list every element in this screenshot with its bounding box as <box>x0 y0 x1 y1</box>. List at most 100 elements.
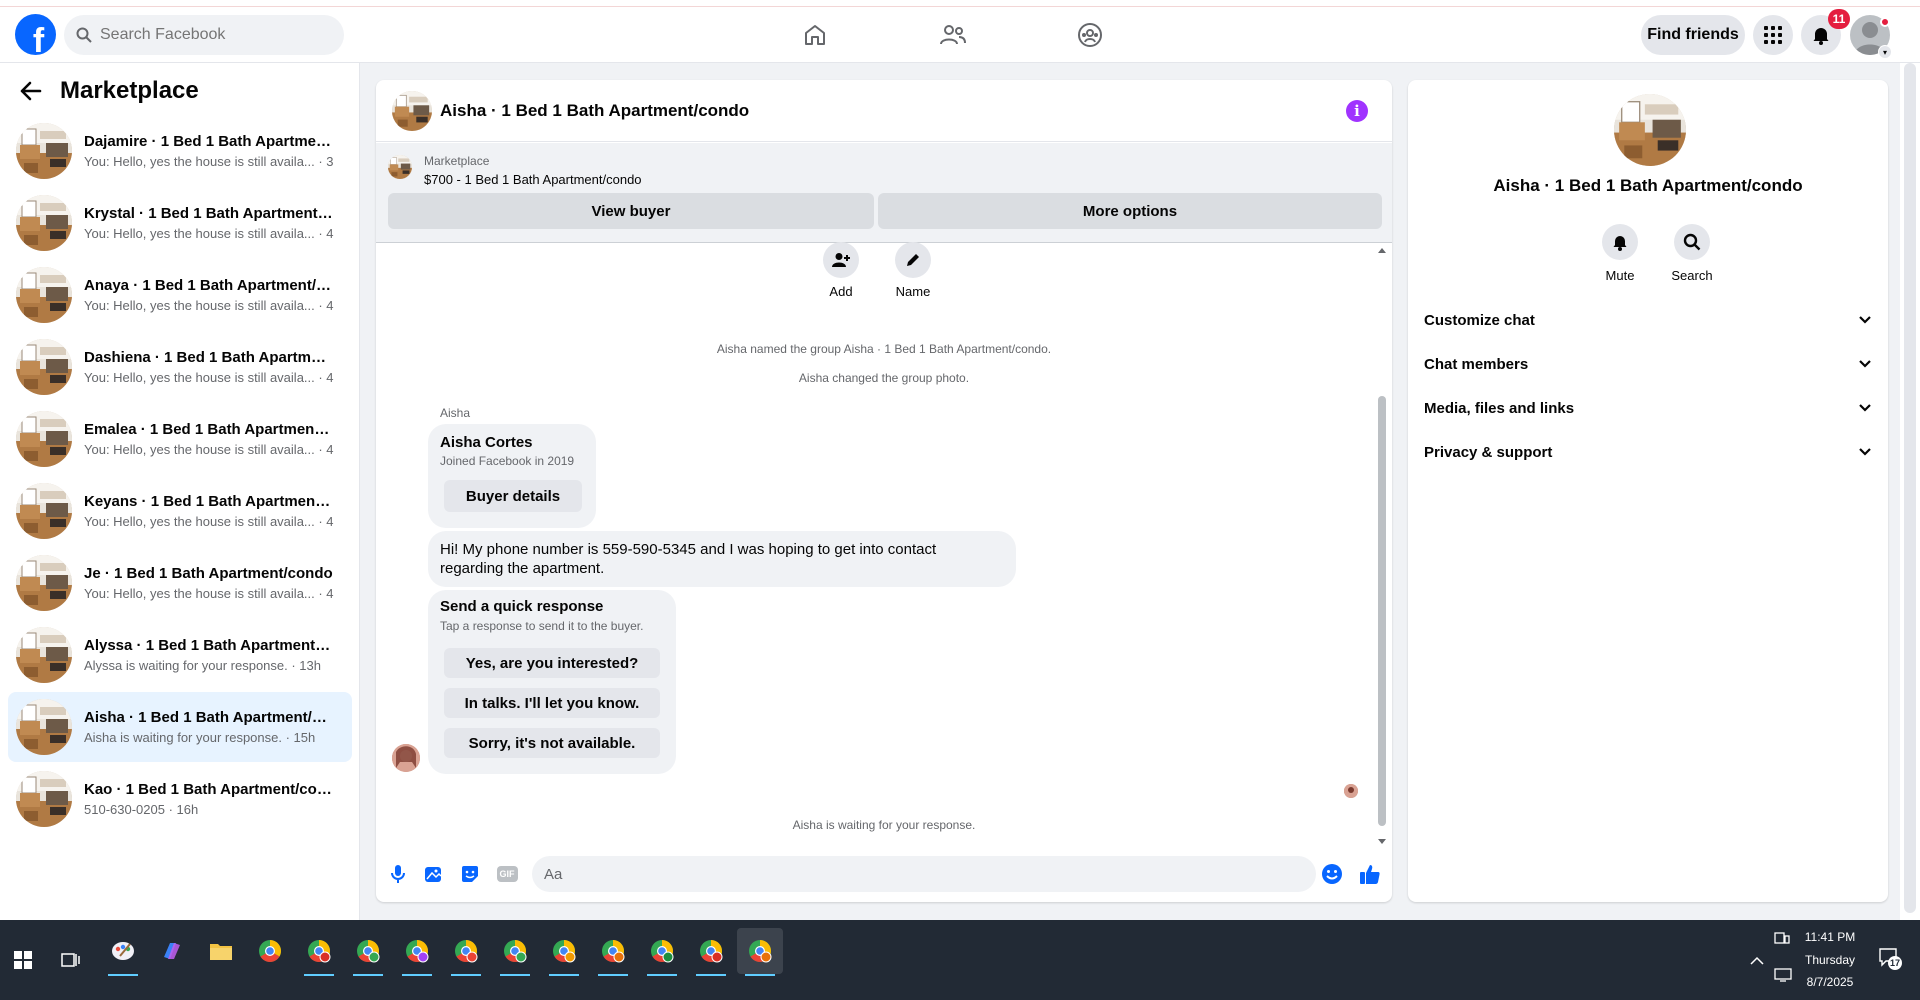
search-chat-button[interactable]: Search <box>1662 224 1722 283</box>
windows-start-icon[interactable] <box>0 937 46 983</box>
system-message-renamed: Aisha named the group Aisha · 1 Bed 1 Ba… <box>716 342 1052 356</box>
quick-response-yes[interactable]: Yes, are you interested? <box>444 648 660 678</box>
photo-icon[interactable] <box>422 862 446 886</box>
info-icon[interactable]: i <box>1346 100 1368 122</box>
search-input[interactable] <box>100 26 320 44</box>
friends-icon[interactable] <box>937 19 969 51</box>
find-friends-button[interactable]: Find friends <box>1641 15 1745 55</box>
message-input[interactable]: Aa <box>532 856 1316 892</box>
conversation-avatar <box>16 627 72 683</box>
chevron-down-icon[interactable]: ▾ <box>1878 45 1892 59</box>
conversation-text: Emalea · 1 Bed 1 Bath Apartment/c... You:… <box>84 421 334 457</box>
taskbar-running-indicator <box>451 974 481 976</box>
taskbar-running-indicator <box>598 974 628 976</box>
conversation-text: Kao · 1 Bed 1 Bath Apartment/condo 510-63… <box>84 781 334 817</box>
sticker-icon[interactable] <box>458 862 482 886</box>
buyer-details-button[interactable]: Buyer details <box>444 480 582 512</box>
page-scrollbar-thumb[interactable] <box>1904 63 1916 913</box>
conversation-item[interactable]: Krystal · 1 Bed 1 Bath Apartment/c... You… <box>8 188 352 258</box>
add-people-button[interactable]: Add <box>816 242 866 299</box>
search-box[interactable] <box>64 15 344 55</box>
gif-label: GIF <box>496 866 518 882</box>
group-avatar[interactable] <box>1614 94 1686 166</box>
clock-date[interactable]: 8/7/2025 <box>1800 975 1860 989</box>
chrome-profile-icon[interactable] <box>492 928 538 976</box>
chrome-profile-icon[interactable] <box>345 928 391 976</box>
conversation-item[interactable]: Alyssa · 1 Bed 1 Bath Apartment/co... Aly… <box>8 620 352 690</box>
chat-scrollbar-thumb[interactable] <box>1378 396 1386 826</box>
chrome-profile-icon[interactable] <box>737 928 783 976</box>
chat-header: Aisha · 1 Bed 1 Bath Apartment/condo i <box>376 80 1392 142</box>
quick-response-sorry[interactable]: Sorry, it's not available. <box>444 728 660 758</box>
scroll-up-arrow-icon[interactable] <box>1377 246 1387 254</box>
thumbs-up-icon[interactable] <box>1358 862 1382 886</box>
taskbar-running-indicator <box>304 974 334 976</box>
back-arrow-icon[interactable] <box>20 81 42 101</box>
conversation-name: Krystal · 1 Bed 1 Bath Apartment/c... <box>84 205 334 222</box>
microphone-icon[interactable] <box>386 862 410 886</box>
gif-icon[interactable]: GIF <box>494 862 520 886</box>
details-section-row[interactable]: Customize chat <box>1424 298 1872 342</box>
conversation-item[interactable]: Je · 1 Bed 1 Bath Apartment/condo You: He… <box>8 548 352 618</box>
conversation-item[interactable]: Anaya · 1 Bed 1 Bath Apartment/co... You:… <box>8 260 352 330</box>
listing-thumbnail[interactable] <box>388 155 412 179</box>
mute-button[interactable]: Mute <box>1590 224 1650 283</box>
quick-response-title: Send a quick response <box>440 598 604 615</box>
name-group-button[interactable]: Name <box>888 242 938 299</box>
notification-center-icon[interactable]: 17 <box>1878 946 1902 970</box>
chat-avatar[interactable] <box>392 90 432 131</box>
more-options-button[interactable]: More options <box>878 193 1382 229</box>
file-explorer-icon[interactable] <box>198 928 244 974</box>
clock-time[interactable]: 11:41 PM <box>1800 930 1860 944</box>
page-scrollbar[interactable] <box>1900 63 1920 920</box>
conversation-name: Dashiena · 1 Bed 1 Bath Apartment... <box>84 349 334 366</box>
copilot-app-icon[interactable] <box>149 928 195 974</box>
conversation-text: Keyans · 1 Bed 1 Bath Apartment/c... You:… <box>84 493 334 529</box>
home-icon[interactable] <box>799 19 831 51</box>
marketplace-listing-bar: Marketplace $700 - 1 Bed 1 Bath Apartmen… <box>376 143 1392 243</box>
chrome-profile-icon[interactable] <box>541 928 587 976</box>
conversation-text: Dajamire · 1 Bed 1 Bath Apartment... You:… <box>84 133 334 169</box>
device-icon[interactable] <box>1774 932 1790 946</box>
menu-grid-icon[interactable] <box>1753 15 1793 55</box>
chat-title[interactable]: Aisha · 1 Bed 1 Bath Apartment/condo <box>440 101 749 121</box>
conversation-item[interactable]: Dajamire · 1 Bed 1 Bath Apartment... You:… <box>8 116 352 186</box>
group-name: Aisha · 1 Bed 1 Bath Apartment/condo <box>1493 176 1803 195</box>
facebook-logo[interactable]: f <box>15 14 56 55</box>
chrome-profile-icon[interactable] <box>443 928 489 976</box>
details-section-row[interactable]: Media, files and links <box>1424 386 1872 430</box>
chrome-profile-icon[interactable] <box>688 928 734 976</box>
chevron-up-icon[interactable] <box>1750 956 1764 966</box>
view-buyer-button[interactable]: View buyer <box>388 193 874 229</box>
conversation-item[interactable]: Dashiena · 1 Bed 1 Bath Apartment... You:… <box>8 332 352 402</box>
chrome-profile-icon[interactable] <box>590 928 636 976</box>
task-view-icon[interactable] <box>48 937 94 983</box>
search-icon <box>1674 224 1710 260</box>
conversation-preview: You: Hello, yes the house is still avail… <box>84 514 334 529</box>
details-section-row[interactable]: Chat members <box>1424 342 1872 386</box>
chrome-profile-icon[interactable] <box>394 928 440 976</box>
add-label: Add <box>829 284 853 299</box>
conversation-avatar <box>16 195 72 251</box>
chrome-icon[interactable] <box>247 928 293 974</box>
chat-scrollbar[interactable] <box>1376 246 1388 846</box>
paint-app-icon[interactable] <box>100 928 146 976</box>
scroll-down-arrow-icon[interactable] <box>1377 838 1387 846</box>
taskbar-running-indicator <box>549 974 579 976</box>
emoji-icon[interactable] <box>1320 862 1344 886</box>
conversation-item[interactable]: Keyans · 1 Bed 1 Bath Apartment/c... You:… <box>8 476 352 546</box>
quick-response-in-talks[interactable]: In talks. I'll let you know. <box>444 688 660 718</box>
conversation-item[interactable]: Kao · 1 Bed 1 Bath Apartment/condo 510-63… <box>8 764 352 834</box>
clock-day[interactable]: Thursday <box>1800 953 1860 967</box>
conversation-item[interactable]: Aisha · 1 Bed 1 Bath Apartment/co... Aish… <box>8 692 352 762</box>
listing-title[interactable]: $700 - 1 Bed 1 Bath Apartment/condo <box>424 172 642 187</box>
message-bubble[interactable]: Hi! My phone number is 559-590-5345 and … <box>428 531 1016 587</box>
sender-avatar[interactable] <box>392 744 420 772</box>
groups-icon[interactable] <box>1074 19 1106 51</box>
chrome-profile-icon[interactable] <box>296 928 342 976</box>
network-icon[interactable] <box>1774 968 1792 982</box>
buyer-joined: Joined Facebook in 2019 <box>440 454 575 468</box>
conversation-item[interactable]: Emalea · 1 Bed 1 Bath Apartment/c... You:… <box>8 404 352 474</box>
details-section-row[interactable]: Privacy & support <box>1424 430 1872 474</box>
chrome-profile-icon[interactable] <box>639 928 685 976</box>
